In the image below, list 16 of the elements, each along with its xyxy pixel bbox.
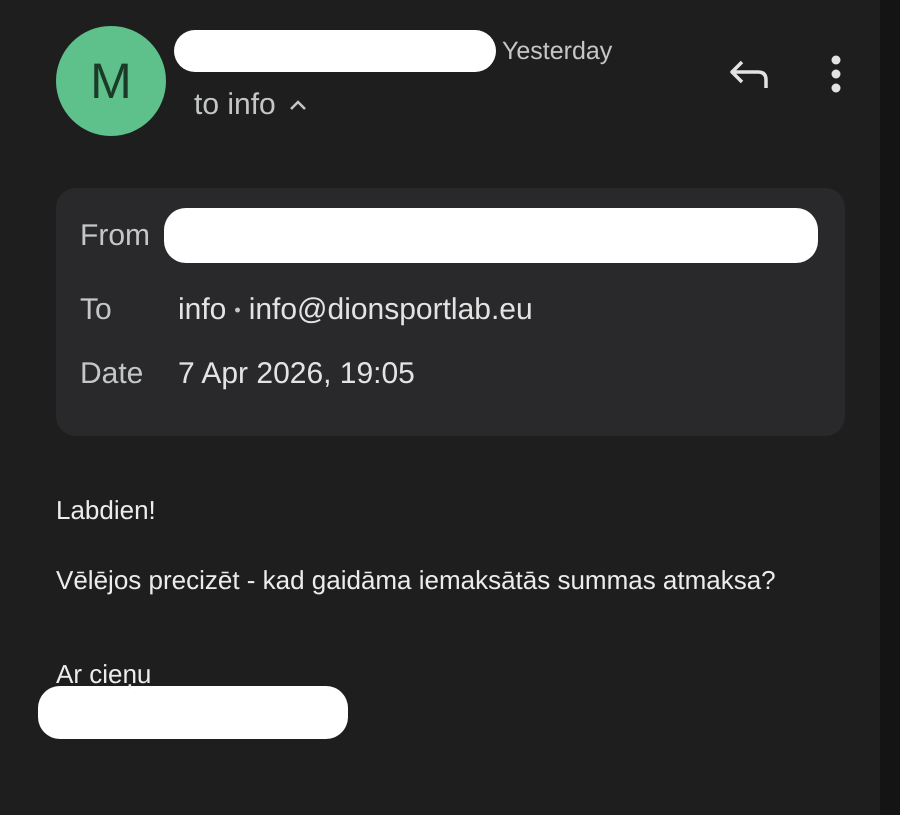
detail-label: To: [80, 293, 113, 327]
recipient-email: info@dionsportlab.eu: [248, 293, 533, 327]
recipients-toggle[interactable]: to info: [194, 88, 728, 122]
recipient-name: info: [178, 293, 226, 327]
detail-value: 7 Apr 2026, 19:05: [178, 357, 416, 391]
sender-avatar: M: [56, 26, 166, 136]
message-paragraph: Vēlējos precizēt - kad gaidāma iemaksātās summas atmaksa?: [56, 564, 777, 597]
message-closing: Ar cieņu: [56, 658, 152, 691]
message-time: Yesterday: [502, 36, 612, 66]
more-options-button[interactable]: [830, 54, 842, 94]
chevron-icon: [288, 98, 308, 112]
separator-dot: •: [234, 300, 241, 320]
detail-label: From: [80, 218, 151, 252]
message-paragraph: Labdien!: [56, 494, 157, 527]
reply-button[interactable]: [728, 58, 770, 90]
detail-label: Date: [80, 357, 144, 391]
